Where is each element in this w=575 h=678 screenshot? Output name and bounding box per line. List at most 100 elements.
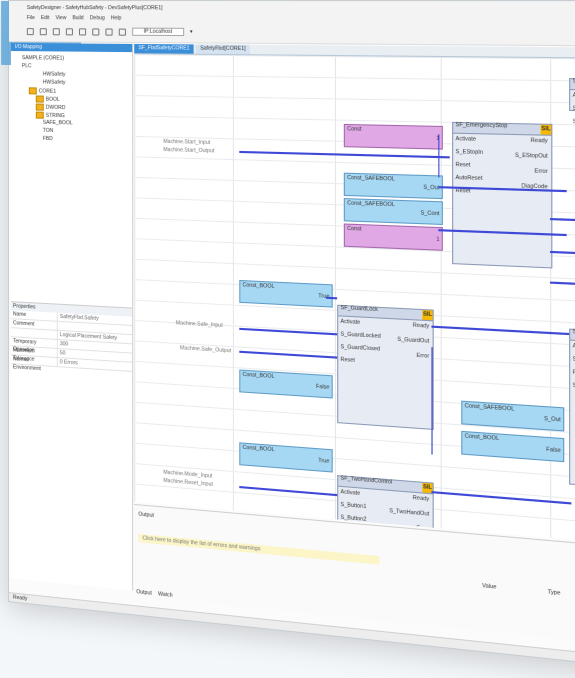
- tree-node-label: CORE1: [38, 87, 57, 95]
- save-icon[interactable]: [52, 27, 60, 35]
- output-pin[interactable]: S_EStopOut: [515, 152, 548, 159]
- property-value[interactable]: 300: [58, 340, 68, 349]
- io-label: Machine.Reset_Input: [163, 477, 213, 488]
- build-icon[interactable]: [105, 27, 113, 36]
- toolbar: IP:Localhost ▾: [26, 27, 193, 37]
- target-dropdown[interactable]: IP:Localhost: [132, 27, 184, 37]
- tree-node[interactable]: SAFE_BOOL: [43, 120, 73, 127]
- menu-debug[interactable]: Debug: [90, 15, 105, 21]
- output-tabs: Output Watch: [134, 589, 172, 599]
- folder-icon: [35, 111, 44, 119]
- chevron-down-icon[interactable]: ▾: [190, 29, 193, 35]
- property-value[interactable]: 50: [58, 349, 66, 358]
- output-pin[interactable]: Error: [417, 353, 430, 360]
- menu-edit[interactable]: Edit: [41, 15, 50, 21]
- function-block[interactable]: SF_EmergencyStop Activate S_EStopIn Reset Au…: [452, 121, 553, 269]
- diagram-canvas[interactable]: SF_EmergencyStop Activate S_EStopIn Reset Au…: [134, 54, 575, 553]
- output-pin[interactable]: Ready: [413, 495, 429, 503]
- variable-box[interactable]: Const_SAFEBOOL S_Cont: [343, 198, 443, 225]
- connection-wire[interactable]: [239, 350, 338, 359]
- menu-view[interactable]: View: [55, 15, 66, 21]
- input-pin[interactable]: S_EStopIn: [455, 149, 483, 156]
- tree-node-label: SAFE_BOOL: [42, 119, 73, 127]
- download-icon[interactable]: [118, 28, 126, 36]
- tree-node[interactable]: DWORD: [35, 103, 66, 112]
- variable-box[interactable]: Const_SAFEBOOL S_Out: [343, 172, 443, 200]
- output-pin[interactable]: Ready: [413, 322, 429, 329]
- open-icon[interactable]: [39, 27, 47, 35]
- tree-node[interactable]: TON: [43, 128, 53, 134]
- status-message[interactable]: Click here to display the list of errors…: [138, 533, 380, 565]
- input-pin[interactable]: Reset: [340, 357, 354, 364]
- tree-node[interactable]: BOOL: [35, 95, 60, 103]
- tab-watch[interactable]: Watch: [158, 591, 173, 599]
- undo-icon[interactable]: [79, 27, 87, 35]
- input-pin[interactable]: AutoReset: [455, 175, 482, 182]
- variable-box[interactable]: Const_BOOL True: [239, 279, 333, 308]
- status-text: Ready: [12, 594, 28, 603]
- redo-icon[interactable]: [92, 27, 100, 36]
- connection-wire[interactable]: [550, 250, 575, 258]
- variable-box[interactable]: Const 1: [343, 223, 443, 251]
- output-pin[interactable]: Ready: [531, 138, 548, 145]
- menu-row: File Edit View Build Debug Help: [27, 15, 122, 21]
- tab-fbd-safety[interactable]: SF_FbdSafetyCORE1: [134, 43, 194, 54]
- property-value[interactable]: 0 Errors: [58, 358, 78, 367]
- new-icon[interactable]: [26, 27, 34, 35]
- tree-node-label: DWORD: [45, 104, 66, 111]
- input-pin[interactable]: Reset: [455, 162, 470, 169]
- tab-output[interactable]: Output: [136, 589, 152, 597]
- tree-node-label: SAMPLE (CORE1): [21, 55, 65, 62]
- tree-node[interactable]: FBD: [43, 136, 53, 142]
- menu-build[interactable]: Build: [72, 15, 83, 21]
- input-pin[interactable]: Activate: [340, 319, 360, 326]
- input-pin[interactable]: Reset: [455, 188, 470, 195]
- connection-wire[interactable]: [550, 217, 575, 224]
- function-block[interactable]: SF_EStopOut Activate S_In S_In2: [569, 78, 575, 126]
- tree-node[interactable]: SAMPLE (CORE1): [22, 55, 64, 61]
- output-pin[interactable]: S_TwoHandOut: [389, 508, 429, 518]
- function-block[interactable]: SF_GuardLock Activate S_GuardLocked S_Guard…: [337, 304, 434, 430]
- connection-wire[interactable]: [431, 325, 570, 335]
- left-panel: I/O Mapping SAMPLE (CORE1) PLC HWSafety HWS…: [10, 43, 134, 591]
- io-label: Machine.Safe_Input: [175, 320, 223, 329]
- folder-icon: [28, 87, 37, 95]
- output-pin[interactable]: Error: [535, 168, 548, 175]
- tree-node-label: TON: [42, 127, 54, 135]
- block-title: SF_EStopOut: [570, 78, 575, 92]
- connection-wire[interactable]: [239, 327, 338, 335]
- output-pin[interactable]: S_GuardOut: [397, 337, 429, 345]
- variable-box[interactable]: Const_BOOL False: [461, 430, 565, 463]
- input-pin[interactable]: S_GuardLocked: [340, 331, 380, 340]
- tree-node[interactable]: CORE1: [28, 87, 57, 95]
- connection-wire[interactable]: [431, 491, 572, 504]
- tree-node[interactable]: HWSafety: [43, 79, 66, 85]
- input-pin[interactable]: S_GuardClosed: [340, 344, 380, 353]
- tab-safety-fbd[interactable]: SafetyFbd[CORE1]: [195, 44, 250, 55]
- connection-wire[interactable]: [438, 134, 440, 178]
- variable-value: 1: [347, 134, 439, 144]
- variable-box[interactable]: Const_BOOL False: [239, 369, 333, 399]
- window-title: SafetyDesigner - SafetyHubSafety - DevSa…: [26, 5, 163, 12]
- variable-box[interactable]: Const_SAFEBOOL S_Out: [461, 400, 565, 432]
- variable-box[interactable]: Const 1: [343, 123, 443, 150]
- connection-wire[interactable]: [239, 486, 338, 496]
- save-all-icon[interactable]: [65, 27, 73, 35]
- input-pin[interactable]: S_Button1: [340, 502, 366, 511]
- connection-wire[interactable]: [550, 281, 575, 289]
- menu-file[interactable]: File: [27, 15, 35, 21]
- connection-wire[interactable]: [239, 150, 450, 158]
- column-value: Value: [482, 582, 497, 591]
- tree-node[interactable]: STRING: [35, 111, 65, 120]
- input-pin[interactable]: Activate: [340, 489, 360, 497]
- input-pin[interactable]: Activate: [455, 136, 476, 143]
- variable-value: S_Out: [423, 184, 440, 192]
- variable-box[interactable]: Const_BOOL True: [239, 442, 333, 473]
- tree-node[interactable]: PLC: [22, 63, 32, 69]
- property-value[interactable]: [58, 322, 60, 330]
- connection-wire[interactable]: [431, 347, 433, 455]
- function-block[interactable]: SF_SafeStop Activate S_StopIn Reset S_StopIn…: [569, 328, 575, 493]
- tree-node[interactable]: HWSafety: [43, 71, 66, 77]
- menu-help[interactable]: Help: [111, 15, 122, 21]
- folder-icon: [35, 103, 44, 111]
